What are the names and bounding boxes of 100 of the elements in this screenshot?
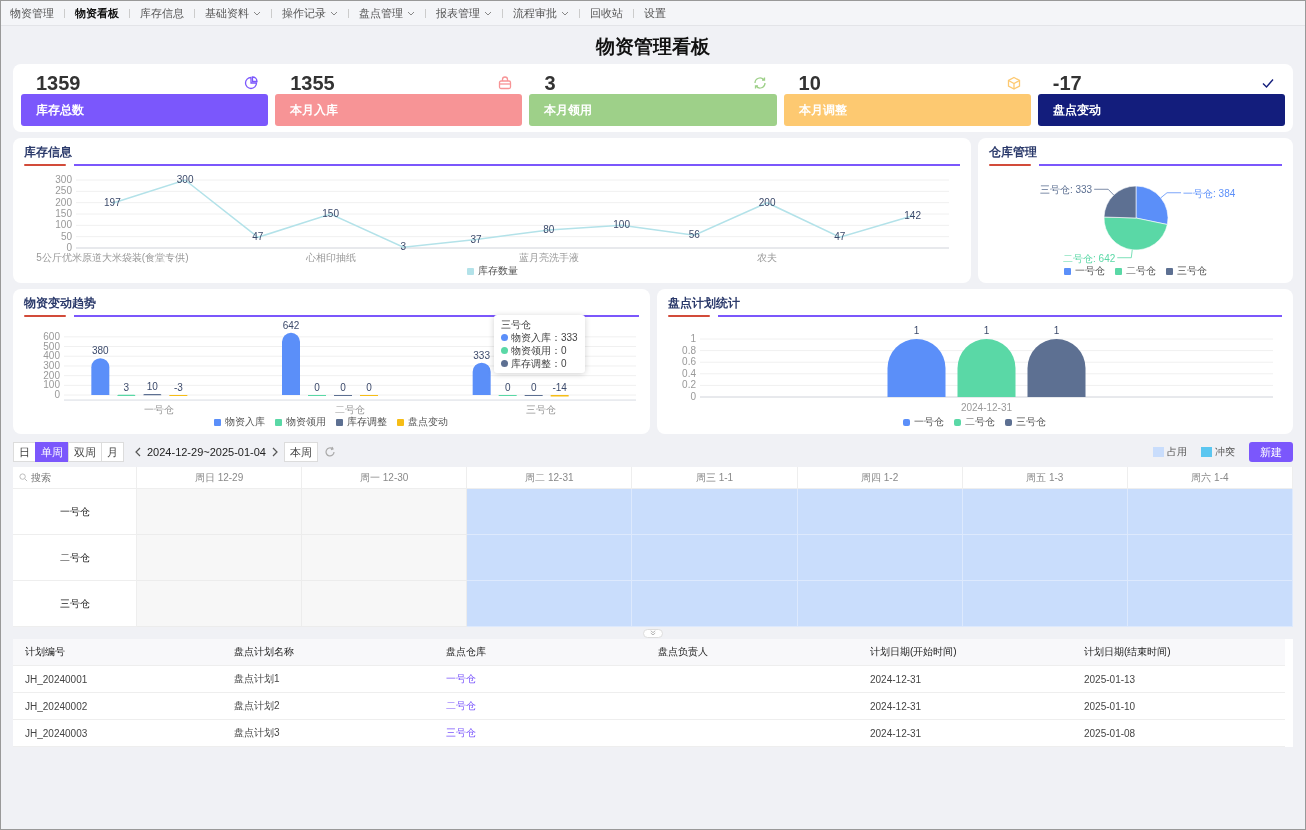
stat-value: 3 (544, 72, 556, 94)
cube-icon (1006, 76, 1021, 90)
schedule-cell[interactable] (962, 581, 1128, 627)
axis-tick-label: 600 (43, 330, 60, 342)
column-header: 计划日期(开始时间) (869, 645, 958, 659)
warehouse-link[interactable]: 三号仓 (446, 727, 476, 738)
schedule-cell[interactable] (467, 581, 633, 627)
view-tab[interactable]: 月 (101, 442, 124, 462)
column-header: 计划日期(结束时间) (1083, 645, 1172, 659)
legend-swatch (336, 418, 344, 426)
refresh-icon[interactable] (323, 446, 336, 458)
search-field[interactable]: 搜索 (31, 472, 111, 483)
table-cell-text: JH_20240001 (24, 673, 89, 685)
data-label: 56 (688, 229, 700, 241)
page-title: 物资管理看板 (594, 35, 711, 59)
axis-tick-label: 100 (55, 219, 72, 231)
legend-swatch (903, 418, 911, 426)
stat-label: 本月领用 (529, 94, 777, 126)
axis-tick-label: 2024-12-31 (960, 402, 1012, 413)
data-label: 3 (123, 381, 130, 393)
table-cell-text: 盘点计划1 (233, 672, 281, 686)
schedule-cell[interactable] (1127, 581, 1293, 627)
schedule-cell[interactable] (302, 581, 468, 627)
axis-tick-label: 0 (689, 391, 696, 402)
legend-swatch (275, 418, 283, 426)
axis-tick-label: 0.8 (681, 344, 696, 356)
schedule-cell[interactable] (632, 581, 798, 627)
legend-label: 物资入库 (225, 415, 266, 429)
axis-tick-label: 农夫 (757, 252, 778, 263)
warehouse-link[interactable]: 二号仓 (446, 700, 476, 711)
previous-button[interactable] (135, 447, 141, 457)
data-label: 1 (1053, 325, 1059, 336)
stat-value: 10 (798, 72, 821, 94)
legend-swatch (397, 418, 405, 426)
column-header: 计划编号 (24, 645, 66, 659)
nav-tab[interactable]: 库存信息 (140, 5, 184, 21)
legend-label: 物资领用 (286, 415, 327, 429)
data-label: 47 (834, 231, 846, 243)
nav-tab[interactable]: 物资管理 (10, 5, 54, 21)
view-tab[interactable]: 双周 (68, 442, 102, 462)
legend-swatch (1064, 267, 1071, 275)
slice-label: 三号仓: 333 (1039, 184, 1092, 196)
schedule-cell[interactable] (1127, 535, 1293, 581)
legend-swatch (214, 418, 222, 426)
schedule-cell[interactable] (302, 535, 468, 581)
column-header: 盘点计划名称 (233, 645, 295, 659)
table-cell-text: 2025-01-13 (1083, 673, 1137, 685)
collapse-handle[interactable] (643, 628, 663, 638)
table-cell-text: 2024-12-31 (869, 700, 923, 712)
nav-tab[interactable]: 操作记录 (282, 5, 338, 21)
data-label: 197 (104, 197, 121, 209)
axis-tick-label: 250 (55, 185, 72, 197)
nav-tab[interactable]: 回收站 (590, 5, 623, 21)
data-label: 380 (92, 345, 109, 357)
data-label: 10 (146, 381, 158, 393)
table-cell-text: 2025-01-08 (1083, 727, 1137, 739)
schedule-cell[interactable] (467, 489, 633, 535)
stat-label: 盘点变动 (1037, 94, 1285, 126)
nav-tab[interactable]: 流程审批 (513, 5, 569, 21)
data-label: 100 (613, 219, 630, 231)
axis-tick-label: 400 (43, 350, 60, 362)
nav-tab[interactable]: 报表管理 (436, 5, 492, 21)
column-header: 盘点负责人 (657, 645, 709, 659)
panel-title: 库存信息 (24, 143, 72, 161)
schedule-cell[interactable] (467, 535, 633, 581)
leader-line (1093, 188, 1114, 196)
new-button[interactable]: 新建 (1249, 442, 1293, 462)
view-tab[interactable]: 单周 (35, 442, 69, 462)
nav-tab[interactable]: 基础资料 (205, 5, 261, 21)
stat-value: 1355 (290, 72, 335, 94)
schedule-cell[interactable] (302, 489, 468, 535)
data-label: 0 (530, 382, 537, 394)
axis-tick-label: 200 (55, 196, 72, 208)
data-label: 37 (470, 233, 482, 245)
stat-label: 本月调整 (783, 94, 1031, 126)
schedule-cell[interactable] (1127, 489, 1293, 535)
data-label: 200 (758, 196, 776, 208)
warehouse-link[interactable]: 一号仓 (446, 673, 476, 684)
axis-tick-label: 0.2 (681, 379, 696, 391)
axis-tick-label: 1 (689, 333, 696, 344)
legend-swatch (1115, 267, 1122, 275)
axis-tick-label: 三号仓 (525, 404, 556, 415)
schedule-cell[interactable] (797, 581, 963, 627)
data-label: 3 (400, 241, 407, 253)
nav-tab[interactable]: 物资看板 (75, 5, 119, 21)
next-button[interactable] (271, 447, 278, 457)
axis-tick-label: 5公斤优米原道大米袋装(食堂专供) (36, 252, 189, 263)
nav-tab[interactable]: 设置 (644, 5, 666, 21)
axis-tick-label: 心相印抽纸 (305, 252, 356, 263)
column-header: 盘点仓库 (445, 645, 487, 659)
pie-chart-icon (244, 76, 259, 90)
schedule-cell[interactable] (632, 489, 798, 535)
view-tab[interactable]: 日 (13, 442, 36, 462)
schedule-cell[interactable] (797, 489, 963, 535)
schedule-cell[interactable] (962, 489, 1128, 535)
legend-label: 冲突 (1215, 445, 1235, 459)
table-cell-text: JH_20240003 (24, 727, 89, 739)
legend-label: 库存调整 (347, 415, 388, 429)
nav-tab[interactable]: 盘点管理 (359, 5, 415, 21)
this-week-button[interactable]: 本周 (283, 442, 318, 462)
